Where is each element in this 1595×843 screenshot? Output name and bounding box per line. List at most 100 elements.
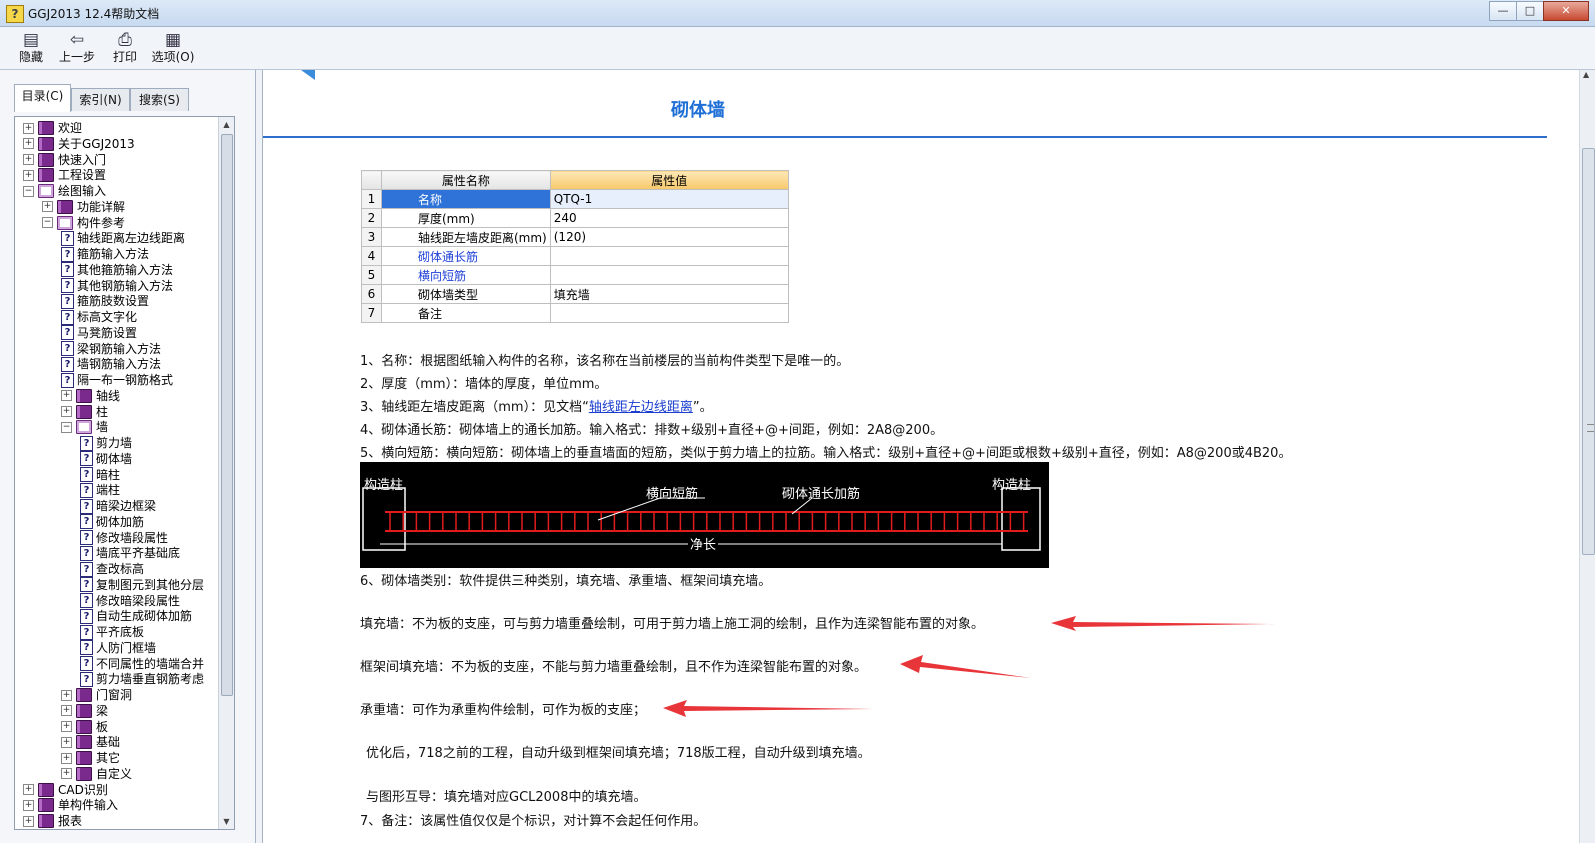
tree-node[interactable]: ? 暗梁边框梁 xyxy=(80,498,156,514)
expand-icon[interactable]: + xyxy=(23,138,34,150)
tree-node[interactable]: + 快速入门 xyxy=(23,152,106,168)
tree-scrollbar[interactable]: ▲ ▼ xyxy=(218,117,234,829)
print-button[interactable]: ⎙ 打印 xyxy=(100,30,150,68)
tree-node[interactable]: ? 砌体加筋 xyxy=(80,514,144,530)
help-topic-icon: ? xyxy=(80,545,93,561)
tree-node[interactable]: + 基础 xyxy=(61,734,120,750)
tree-node[interactable]: + 功能详解 xyxy=(42,199,125,215)
tree-node[interactable]: + 轴线 xyxy=(61,388,120,404)
tree-node[interactable]: ? 剪力墙垂直钢筋考虑 xyxy=(80,671,204,687)
tree-node[interactable]: + 门窗洞 xyxy=(61,687,132,703)
expand-icon[interactable]: + xyxy=(23,154,34,165)
tree-node[interactable]: + CAD识别 xyxy=(23,782,108,798)
tree-node[interactable]: ? 自动生成砌体加筋 xyxy=(80,608,192,624)
tree-node[interactable]: ? 马凳筋设置 xyxy=(61,325,137,341)
book-icon xyxy=(38,814,54,828)
expand-icon[interactable]: + xyxy=(42,201,53,213)
tree-node[interactable]: ? 端柱 xyxy=(80,482,120,498)
tree-node[interactable]: + 板 xyxy=(61,719,108,735)
tree-node-label: 人防门框墙 xyxy=(96,640,157,655)
tree-node[interactable]: ? 箍筋输入方法 xyxy=(61,246,149,262)
toolbar: ▤ 隐藏 ⇦ 上一步 ⎙ 打印 ▦ 选项(O) xyxy=(0,27,1595,70)
maximize-button[interactable]: □ xyxy=(1516,1,1544,21)
tree-node[interactable]: ? 暗柱 xyxy=(80,467,120,483)
tree-node-label: 修改暗梁段属性 xyxy=(96,593,181,608)
tree-node[interactable]: ? 人防门框墙 xyxy=(80,640,156,656)
tree-node[interactable]: ? 平齐底板 xyxy=(80,624,144,640)
collapse-icon[interactable]: − xyxy=(42,217,53,228)
tree-node-label: 砌体加筋 xyxy=(96,514,145,529)
tree-node-label: 墙钢筋输入方法 xyxy=(77,357,162,372)
tree-node-label: 不同属性的墙端合并 xyxy=(96,656,205,671)
tree-node[interactable]: + 报表 xyxy=(23,813,82,829)
tree-node[interactable]: ? 剪力墙 xyxy=(80,435,132,451)
minimize-button[interactable]: — xyxy=(1489,1,1517,21)
tree-scroll-thumb[interactable] xyxy=(221,134,233,696)
tree-node[interactable]: + 欢迎 xyxy=(23,120,82,136)
tab-index[interactable]: 索引(N) xyxy=(71,88,130,111)
expand-icon[interactable]: + xyxy=(23,784,34,795)
collapse-icon[interactable]: − xyxy=(61,421,72,433)
expand-icon[interactable]: + xyxy=(23,169,34,181)
expand-icon[interactable]: + xyxy=(61,721,72,732)
tree-node[interactable]: − 绘图输入 xyxy=(23,183,106,199)
tree-node[interactable]: ? 查改标高 xyxy=(80,561,144,577)
expand-icon[interactable]: + xyxy=(61,736,72,748)
tree-node[interactable]: ? 隔一布一钢筋格式 xyxy=(61,372,173,388)
expand-icon[interactable]: + xyxy=(61,689,72,701)
content-scroll-thumb[interactable] xyxy=(1582,148,1595,555)
expand-icon[interactable]: + xyxy=(61,705,72,717)
expand-icon[interactable]: + xyxy=(61,390,72,402)
tab-contents[interactable]: 目录(C) xyxy=(14,84,71,112)
hide-button[interactable]: ▤ 隐藏 xyxy=(6,30,56,68)
tab-search[interactable]: 搜索(S) xyxy=(130,88,189,111)
expand-icon[interactable]: + xyxy=(23,815,34,827)
tree-node[interactable]: ? 其他箍筋输入方法 xyxy=(61,262,173,278)
tree-node[interactable]: + 工程设置 xyxy=(23,167,106,183)
tree-node[interactable]: ? 修改暗梁段属性 xyxy=(80,593,180,609)
tree-node[interactable]: ? 砌体墙 xyxy=(80,451,132,467)
content-scrollbar[interactable]: ▲ xyxy=(1579,70,1595,843)
tree-node[interactable]: − 构件参考 xyxy=(42,215,125,231)
tree-node[interactable]: ? 其他钢筋输入方法 xyxy=(61,278,173,294)
tree-node-label: 查改标高 xyxy=(96,562,145,576)
expand-icon[interactable]: + xyxy=(23,799,34,811)
tree-node[interactable]: ? 复制图元到其他分层 xyxy=(80,577,204,593)
back-arrow-icon: ⇦ xyxy=(69,30,85,50)
expand-icon[interactable]: + xyxy=(23,122,34,134)
tree-node[interactable]: ? 箍筋肢数设置 xyxy=(61,293,149,309)
tree-node[interactable]: + 梁 xyxy=(61,703,108,719)
scroll-up-icon[interactable]: ▲ xyxy=(219,117,234,132)
help-topic-icon: ? xyxy=(80,577,93,593)
tree-node[interactable]: + 柱 xyxy=(61,404,108,420)
tree-node[interactable]: ? 墙钢筋输入方法 xyxy=(61,356,161,372)
tree-node[interactable]: ? 不同属性的墙端合并 xyxy=(80,656,204,672)
tree-node[interactable]: − 墙 xyxy=(61,419,108,435)
tree-node[interactable]: ? 修改墙段属性 xyxy=(80,530,168,546)
tree-node-label: 构件参考 xyxy=(77,215,126,230)
content-scroll-up-icon[interactable]: ▲ xyxy=(1583,70,1589,79)
tree-node[interactable]: ? 轴线距离左边线距离 xyxy=(61,230,185,246)
tree-node[interactable]: + 单构件输入 xyxy=(23,797,118,813)
tree-node[interactable]: + 自定义 xyxy=(61,766,132,782)
expand-icon[interactable]: + xyxy=(61,768,72,780)
scroll-down-icon[interactable]: ▼ xyxy=(219,814,234,829)
tree-node-label: 基础 xyxy=(96,735,121,750)
printer-icon: ⎙ xyxy=(118,30,132,50)
back-button[interactable]: ⇦ 上一步 xyxy=(52,30,102,68)
expand-icon[interactable]: + xyxy=(61,406,72,417)
collapse-icon[interactable]: − xyxy=(23,185,34,197)
options-button[interactable]: ▦ 选项(O) xyxy=(148,30,198,68)
help-topic-icon: ? xyxy=(80,451,93,467)
tree-node-label: 其他钢筋输入方法 xyxy=(77,278,174,293)
tree-node[interactable]: + 关于GGJ2013 xyxy=(23,136,135,152)
tree-node[interactable]: ? 梁钢筋输入方法 xyxy=(61,341,161,357)
tree-node[interactable]: ? 标高文字化 xyxy=(61,309,137,325)
tree-node[interactable]: ? 墙底平齐基础底 xyxy=(80,545,180,561)
close-button[interactable]: ✕ xyxy=(1543,1,1589,21)
tree-node[interactable]: + 其它 xyxy=(61,750,120,766)
book-icon xyxy=(57,199,73,214)
expand-icon[interactable]: + xyxy=(61,752,72,764)
options-label: 选项(O) xyxy=(151,50,195,64)
book-icon xyxy=(76,688,92,702)
